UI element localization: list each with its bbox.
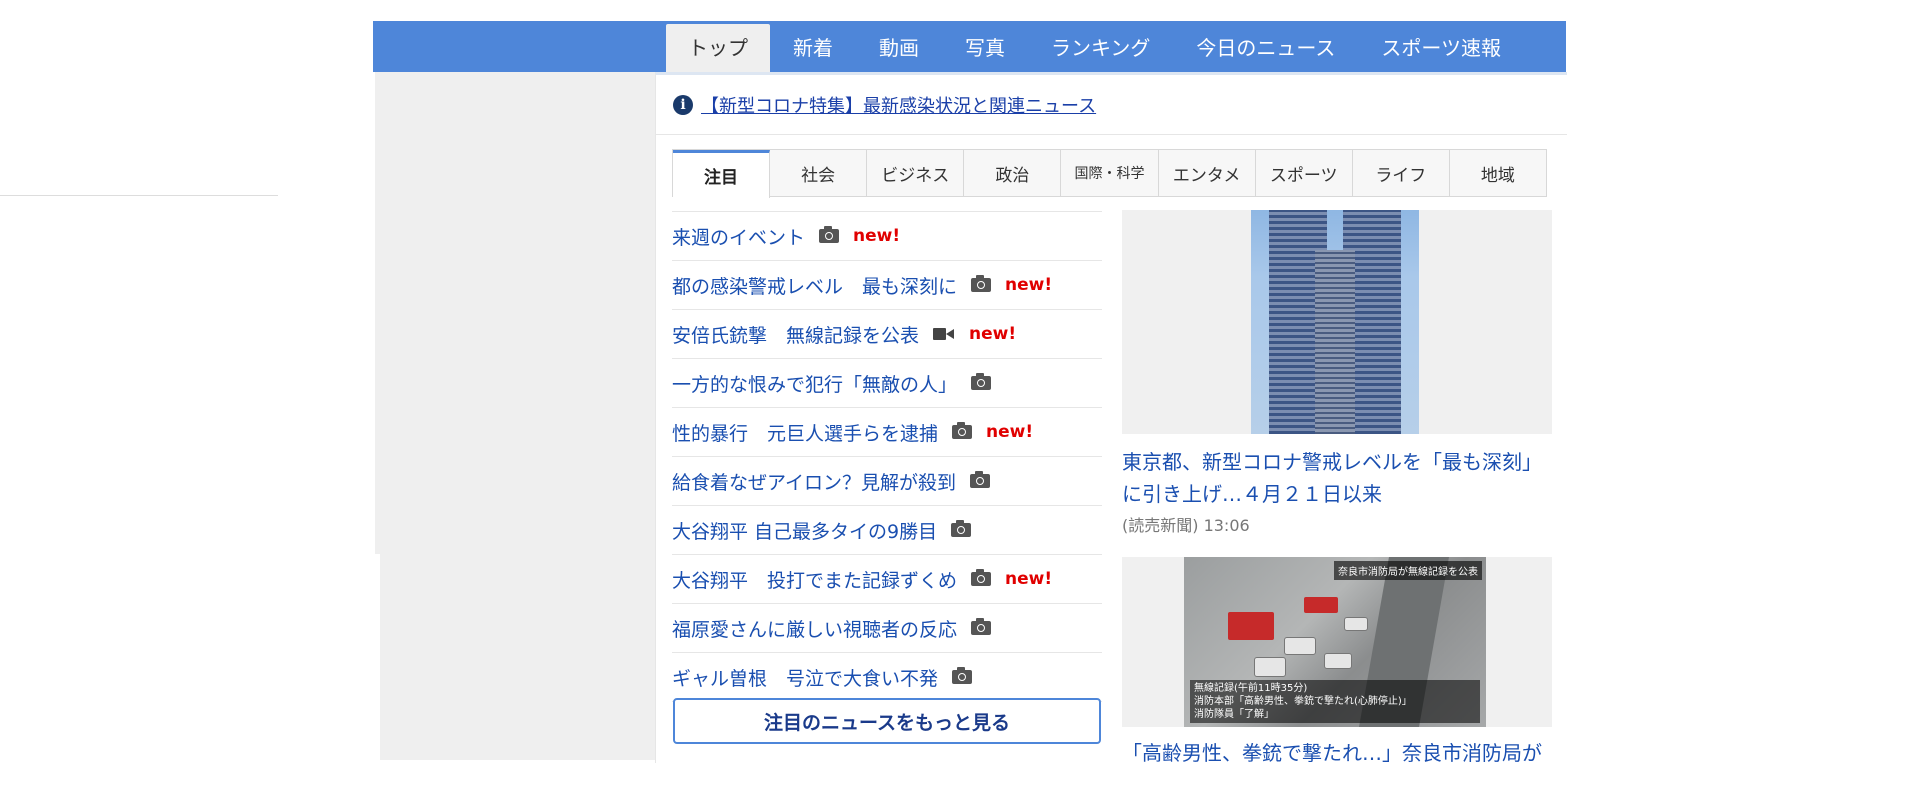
fire-truck: [1304, 597, 1338, 613]
feature-image-tokyo-building[interactable]: [1122, 210, 1552, 434]
news-title: 大谷翔平 投打でまた記録ずくめ: [672, 569, 958, 592]
car: [1254, 657, 1286, 677]
new-badge: new!: [853, 226, 901, 246]
video-icon: [933, 328, 955, 340]
nav-tab-today-news[interactable]: 今日のニュース: [1173, 24, 1358, 72]
car: [1284, 637, 1316, 655]
list-item[interactable]: ギャル曽根 号泣で大食い不発: [672, 653, 1102, 702]
nav-tab-sports-live[interactable]: スポーツ速報: [1358, 24, 1524, 72]
camera-icon: [819, 226, 840, 243]
news-title: 大谷翔平 自己最多タイの9勝目: [672, 520, 938, 543]
feature-headline[interactable]: 東京都、新型コロナ警戒レベルを「最も深刻」に引き上げ…４月２１日以来: [1122, 446, 1552, 510]
tab-region[interactable]: 地域: [1449, 150, 1546, 196]
nav-tab-ranking[interactable]: ランキング: [1028, 24, 1173, 72]
camera-icon: [970, 471, 991, 488]
list-item[interactable]: 来週のイベント new!: [672, 212, 1102, 261]
fire-truck: [1228, 612, 1274, 640]
more-news-button[interactable]: 注目のニュースをもっと見る: [673, 698, 1101, 744]
tab-society[interactable]: 社会: [770, 150, 868, 196]
crash-photo: 奈良市消防局が無線記録を公表 無線記録(午前11時35分) 消防本部「高齢男性、…: [1184, 557, 1486, 727]
page-background-left-bottom: [380, 554, 655, 760]
nav-tab-new[interactable]: 新着: [770, 24, 856, 72]
news-title: 都の感染警戒レベル 最も深刻に: [672, 275, 958, 298]
image-tag: 奈良市消防局が無線記録を公表: [1334, 561, 1482, 580]
notice-divider: [656, 134, 1567, 135]
new-badge: new!: [986, 422, 1034, 442]
list-item[interactable]: 安倍氏銃撃 無線記録を公表 new!: [672, 310, 1102, 359]
building-photo: [1251, 210, 1419, 434]
news-title: 給食着なぜアイロン？見解が殺到: [672, 471, 957, 494]
feature-story-1: 東京都、新型コロナ警戒レベルを「最も深刻」に引き上げ…４月２１日以来 (読売新聞…: [1122, 210, 1552, 536]
image-caption: 無線記録(午前11時35分) 消防本部「高齢男性、拳銃で撃たれ(心肺停止)」 消…: [1190, 680, 1480, 723]
camera-icon: [971, 618, 992, 635]
new-badge: new!: [1005, 569, 1053, 589]
feature-headline[interactable]: 「高齢男性、拳銃で撃たれ…」奈良市消防局が: [1122, 737, 1552, 769]
list-item[interactable]: 大谷翔平 自己最多タイの9勝目: [672, 506, 1102, 555]
camera-icon: [971, 569, 992, 586]
news-title: 安倍氏銃撃 無線記録を公表: [672, 324, 920, 347]
camera-icon: [951, 520, 972, 537]
news-title: ギャル曽根 号泣で大食い不発: [672, 667, 939, 690]
main-content: i 【新型コロナ特集】最新感染状況と関連ニュース 注目 社会 ビジネス 政治 国…: [655, 72, 1567, 765]
tab-entertainment[interactable]: エンタメ: [1158, 150, 1256, 196]
caption-line: 消防隊員「了解」: [1194, 709, 1274, 720]
new-badge: new!: [969, 324, 1017, 344]
tab-business[interactable]: ビジネス: [867, 150, 965, 196]
caption-line: 無線記録(午前11時35分): [1194, 683, 1308, 694]
feature-story-2: 奈良市消防局が無線記録を公表 無線記録(午前11時35分) 消防本部「高齢男性、…: [1122, 557, 1552, 769]
camera-icon: [952, 422, 973, 439]
tab-sports[interactable]: スポーツ: [1255, 150, 1353, 196]
info-icon: i: [673, 95, 693, 115]
car: [1344, 617, 1368, 631]
list-item[interactable]: 福原愛さんに厳しい視聴者の反応: [672, 604, 1102, 653]
notice-banner: i 【新型コロナ特集】最新感染状況と関連ニュース: [673, 92, 1096, 118]
category-tabs: 注目 社会 ビジネス 政治 国際・科学 エンタメ スポーツ ライフ 地域: [672, 149, 1547, 198]
list-item[interactable]: 一方的な恨みで犯行「無敵の人」: [672, 359, 1102, 408]
new-badge: new!: [1005, 275, 1053, 295]
news-title: 一方的な恨みで犯行「無敵の人」: [672, 373, 958, 396]
nav-tabs: トップ 新着 動画 写真 ランキング 今日のニュース スポーツ速報: [666, 21, 1524, 72]
news-title: 性的暴行 元巨人選手らを逮捕: [672, 422, 939, 445]
tab-life[interactable]: ライフ: [1352, 150, 1450, 196]
camera-icon: [971, 275, 992, 292]
feature-image-crash-scene[interactable]: 奈良市消防局が無線記録を公表 無線記録(午前11時35分) 消防本部「高齢男性、…: [1122, 557, 1552, 727]
news-title: 来週のイベント: [672, 226, 806, 249]
camera-icon: [952, 667, 973, 684]
tower-middle: [1315, 250, 1355, 434]
nav-tab-video[interactable]: 動画: [856, 24, 942, 72]
tab-international-science[interactable]: 国際・科学: [1061, 150, 1159, 196]
news-list: 来週のイベント new! 都の感染警戒レベル 最も深刻に new! 安倍氏銃撃 …: [672, 211, 1102, 702]
list-item[interactable]: 都の感染警戒レベル 最も深刻に new!: [672, 261, 1102, 310]
list-item[interactable]: 大谷翔平 投打でまた記録ずくめ new!: [672, 555, 1102, 604]
divider-line: [0, 195, 278, 196]
top-navigation-bar: トップ 新着 動画 写真 ランキング 今日のニュース スポーツ速報: [373, 21, 1566, 72]
notice-link[interactable]: 【新型コロナ特集】最新感染状況と関連ニュース: [701, 92, 1096, 118]
list-item[interactable]: 性的暴行 元巨人選手らを逮捕 new!: [672, 408, 1102, 457]
news-title: 福原愛さんに厳しい視聴者の反応: [672, 618, 958, 641]
tab-politics[interactable]: 政治: [964, 150, 1062, 196]
page-background-left: [375, 72, 655, 554]
car: [1324, 653, 1352, 669]
nav-tab-photo[interactable]: 写真: [942, 24, 1028, 72]
feature-source: (読売新聞) 13:06: [1122, 516, 1250, 535]
camera-icon: [971, 373, 992, 390]
tab-featured[interactable]: 注目: [673, 150, 771, 198]
list-item[interactable]: 給食着なぜアイロン？見解が殺到: [672, 457, 1102, 506]
caption-line: 消防本部「高齢男性、拳銃で撃たれ(心肺停止)」: [1194, 696, 1412, 707]
nav-tab-top[interactable]: トップ: [666, 24, 770, 72]
